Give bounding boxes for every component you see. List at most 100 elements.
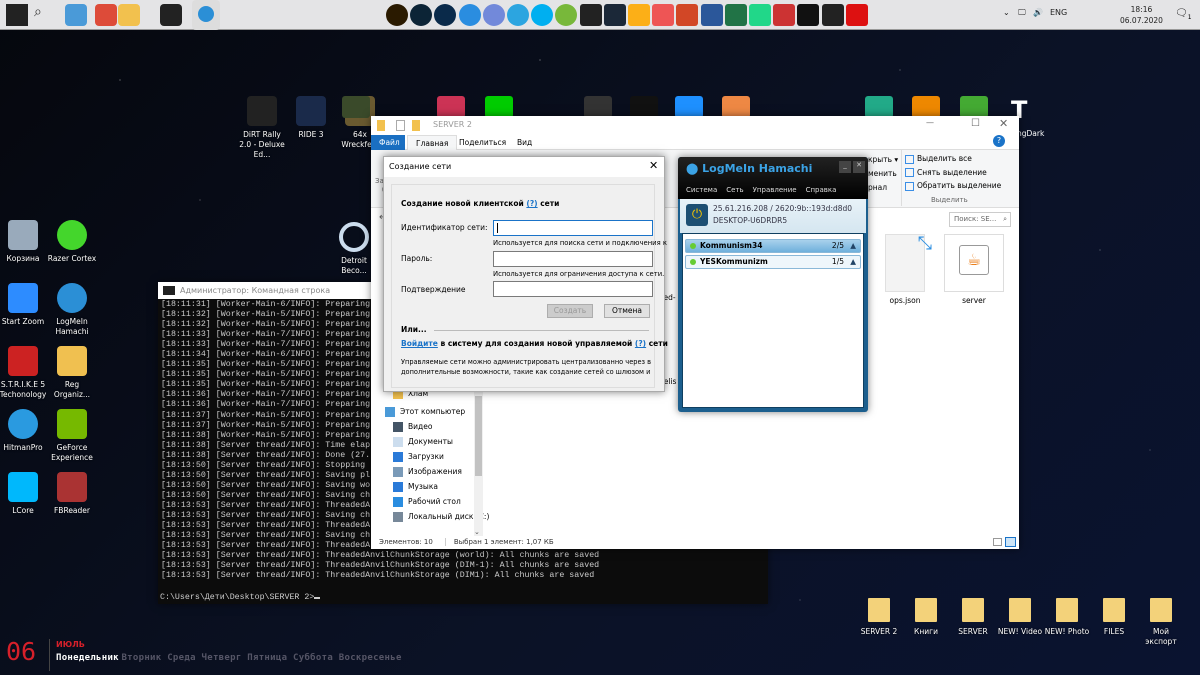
desktop-folder[interactable]: Книги bbox=[902, 598, 950, 637]
rockstar-icon[interactable] bbox=[628, 4, 650, 26]
maximize-button[interactable]: ☐ bbox=[971, 118, 980, 129]
hamachi-icon[interactable] bbox=[192, 0, 220, 30]
search-icon[interactable]: ⌕ bbox=[34, 4, 56, 26]
language-indicator[interactable]: ENG bbox=[1050, 8, 1067, 17]
ribbon-edit-button[interactable]: менить bbox=[868, 169, 897, 178]
collapse-icon[interactable]: ▲ bbox=[850, 256, 856, 268]
nav-item[interactable]: Рабочий стол bbox=[393, 497, 461, 507]
cmd-prompt[interactable]: C:\Users\Дети\Desktop\SERVER 2> bbox=[158, 581, 768, 603]
desktop-icon[interactable]: S.T.R.I.K.E 5 Techonology bbox=[0, 346, 48, 400]
nav-scrollbar[interactable]: ⌄ bbox=[474, 386, 483, 536]
search-input[interactable]: Поиск: SE... ⌕ bbox=[949, 212, 1011, 227]
fps-monitor-icon[interactable] bbox=[652, 4, 675, 26]
desktop-icon[interactable]: Reg Organiz... bbox=[47, 346, 97, 400]
epic-games-icon[interactable] bbox=[579, 4, 602, 26]
confirm-password-input[interactable] bbox=[493, 281, 653, 297]
ribbon-select-item[interactable]: Обратить выделение bbox=[905, 181, 1001, 195]
explorer-titlebar[interactable]: SERVER 2 — ☐ ✕ bbox=[371, 116, 1019, 135]
file-item-ops-json[interactable]: ⤡ ops.json bbox=[875, 233, 935, 305]
hamachi-menu-item[interactable]: Управление bbox=[753, 186, 797, 194]
excel-icon[interactable] bbox=[724, 4, 747, 26]
vegas-icon[interactable] bbox=[845, 4, 868, 26]
desktop-icon[interactable]: Корзина bbox=[0, 220, 48, 264]
volume-icon[interactable]: 🔊 bbox=[1033, 8, 1043, 17]
desktop-folder[interactable]: NEW! Video bbox=[996, 598, 1044, 637]
hamachi-menu-item[interactable]: Сеть bbox=[726, 186, 743, 194]
desktop-icon[interactable]: FBReader bbox=[47, 472, 97, 516]
pycharm-icon[interactable] bbox=[749, 4, 771, 26]
ribbon-history-button[interactable]: рнал bbox=[868, 183, 887, 192]
tray-chevron-icon[interactable]: ⌄ bbox=[1003, 8, 1010, 17]
network-icon[interactable]: 🖵 bbox=[1018, 8, 1026, 18]
pubg-icon[interactable] bbox=[630, 96, 658, 118]
app-blue-icon[interactable] bbox=[458, 4, 481, 26]
lightroom-icon[interactable] bbox=[410, 4, 433, 26]
discord-icon[interactable] bbox=[482, 4, 505, 26]
dialog-close-button[interactable]: ✕ bbox=[649, 159, 658, 172]
create-button[interactable]: Создать bbox=[547, 304, 593, 318]
desktop-folder[interactable]: SERVER bbox=[949, 598, 997, 637]
desktop-folder[interactable]: SERVER 2 bbox=[855, 598, 903, 637]
steam-icon[interactable] bbox=[603, 4, 626, 26]
start-icon[interactable] bbox=[6, 4, 28, 26]
desktop-folder[interactable]: NEW! Photo bbox=[1043, 598, 1091, 637]
login-link[interactable]: Войдите bbox=[401, 339, 438, 348]
cancel-button[interactable]: Отмена bbox=[604, 304, 650, 318]
properties-icon[interactable] bbox=[396, 120, 405, 131]
action-center-icon[interactable]: 🗨1 bbox=[1175, 8, 1192, 21]
forza-icon[interactable] bbox=[437, 96, 465, 118]
photoshop-icon[interactable] bbox=[434, 4, 457, 26]
nav-item[interactable]: Этот компьютер bbox=[385, 407, 465, 417]
details-view-button[interactable] bbox=[993, 538, 1002, 546]
minecraft-icon[interactable] bbox=[960, 96, 988, 118]
word-icon[interactable] bbox=[700, 4, 723, 26]
powerpoint-icon[interactable] bbox=[676, 4, 699, 26]
fortnite-icon[interactable] bbox=[675, 96, 703, 118]
desktop-folder[interactable]: Мой экспорт bbox=[1137, 598, 1185, 647]
ribbon-tab[interactable]: Поделиться bbox=[451, 135, 514, 150]
ribbon-select-item[interactable]: Снять выделение bbox=[905, 168, 1001, 182]
large-icons-view-button[interactable] bbox=[1005, 537, 1016, 547]
desktop-icon[interactable]: GeForce Experience bbox=[47, 409, 97, 463]
nav-item[interactable]: Документы bbox=[393, 437, 453, 447]
gta-icon[interactable] bbox=[342, 96, 370, 118]
game-b-icon[interactable] bbox=[912, 96, 940, 118]
minimize-button[interactable]: — bbox=[926, 118, 934, 127]
skype-icon[interactable] bbox=[531, 4, 554, 26]
ribbon-tab[interactable]: Вид bbox=[509, 135, 540, 150]
desktop-icon[interactable]: Start Zoom bbox=[0, 283, 48, 327]
hamachi-window[interactable]: ⬤ LogMeIn Hamachi _ ✕ Система Сеть Управле… bbox=[678, 157, 868, 412]
file-explorer-icon[interactable] bbox=[118, 4, 140, 26]
desktop-icon[interactable]: DiRT Rally 2.0 - Deluxe Ed... bbox=[237, 96, 287, 160]
butterfly-icon[interactable] bbox=[722, 96, 750, 118]
new-folder-icon[interactable] bbox=[412, 120, 420, 131]
file-item-server[interactable]: ☕ server bbox=[944, 234, 1004, 305]
utorrent-icon[interactable] bbox=[555, 4, 578, 26]
nav-item[interactable]: Загрузки bbox=[393, 452, 444, 462]
close-button[interactable]: ✕ bbox=[999, 117, 1008, 130]
network-row[interactable]: YESKommunizm 1/5 ▲ bbox=[685, 255, 861, 269]
pdf24-icon[interactable] bbox=[773, 4, 796, 26]
nav-item[interactable]: Музыка bbox=[393, 482, 438, 492]
network-id-input[interactable] bbox=[493, 220, 653, 236]
help-icon[interactable]: ? bbox=[993, 135, 1005, 147]
ribbon-select-item[interactable]: Выделить все bbox=[905, 154, 1001, 168]
game-a-icon[interactable] bbox=[865, 96, 893, 118]
network-row[interactable]: Kommunism34 2/5 ▲ bbox=[685, 239, 861, 253]
help-link[interactable]: (?) bbox=[635, 339, 646, 348]
desktop-icon[interactable]: LogMeIn Hamachi bbox=[47, 283, 97, 337]
password-input[interactable] bbox=[493, 251, 653, 267]
cmd-icon[interactable] bbox=[160, 4, 182, 26]
desktop-icon[interactable]: Razer Cortex bbox=[47, 220, 97, 264]
desktop-icon[interactable]: HitmanPro bbox=[0, 409, 48, 453]
chrome-icon[interactable] bbox=[95, 4, 117, 26]
aura-icon[interactable] bbox=[797, 4, 820, 26]
hamachi-header[interactable]: ⬤ LogMeIn Hamachi _ ✕ Система Сеть Управле… bbox=[678, 157, 868, 199]
ribbon-open-button[interactable]: крыть ▾ bbox=[868, 155, 898, 164]
nav-item[interactable]: Изображения bbox=[393, 467, 462, 477]
ribbon-tab[interactable]: Главная bbox=[407, 135, 458, 150]
desktop-folder[interactable]: FILES bbox=[1090, 598, 1138, 637]
ribbon-tab[interactable]: Файл bbox=[371, 135, 405, 150]
hamachi-menu-item[interactable]: Система bbox=[686, 186, 717, 194]
illustrator-icon[interactable] bbox=[386, 4, 408, 26]
